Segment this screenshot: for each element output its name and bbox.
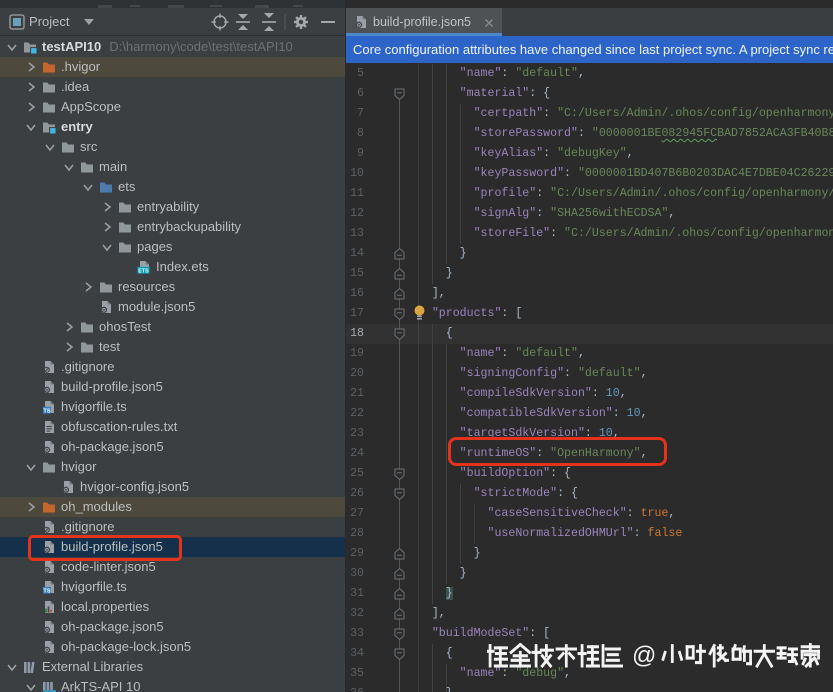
svg-text:@: @ (632, 643, 656, 669)
svg-text:TS: TS (43, 409, 50, 414)
svg-text:TS: TS (43, 589, 50, 594)
svg-text:ETS: ETS (138, 269, 149, 275)
